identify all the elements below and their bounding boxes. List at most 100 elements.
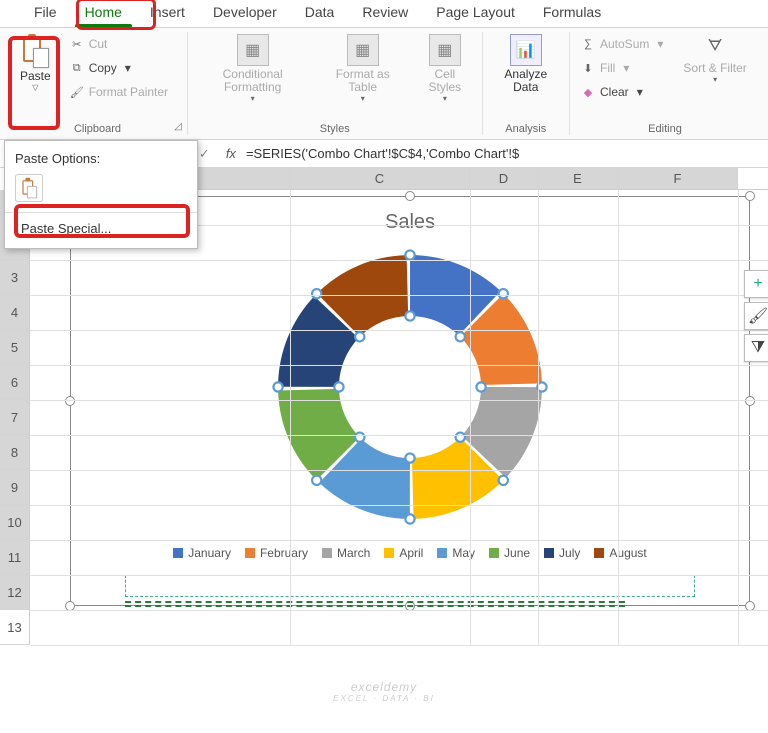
paste-button[interactable]: Paste ▽ — [14, 32, 57, 94]
col-header-C[interactable]: C — [290, 168, 470, 189]
ribbon-tabs: File Home Insert Developer Data Review P… — [0, 0, 768, 28]
row-header-9[interactable]: 9 — [0, 470, 30, 505]
clipboard-dialog-launcher[interactable]: ◿ — [171, 119, 185, 133]
analyze-data-button[interactable]: 📊 Analyze Data — [489, 32, 563, 96]
tab-developer[interactable]: Developer — [199, 0, 291, 27]
row-header-10[interactable]: 10 — [0, 505, 30, 540]
conditional-formatting-icon: ▦ — [237, 34, 269, 66]
legend-label: March — [337, 546, 370, 560]
row-header-4[interactable]: 4 — [0, 295, 30, 330]
legend-label: July — [559, 546, 580, 560]
group-label: Styles — [194, 121, 476, 135]
cells-area[interactable]: Sales JanuaryFebruaryMarchAprilMayJuneJu… — [30, 190, 768, 645]
resize-handle[interactable] — [745, 191, 755, 201]
row-header-8[interactable]: 8 — [0, 435, 30, 470]
eraser-icon: ◆ — [580, 84, 596, 100]
tab-formulas[interactable]: Formulas — [529, 0, 615, 27]
legend-item[interactable]: August — [594, 546, 646, 560]
row-header-3[interactable]: 3 — [0, 260, 30, 295]
legend-item[interactable]: June — [489, 546, 530, 560]
legend-swatch — [594, 548, 604, 558]
tab-home[interactable]: Home — [71, 0, 136, 27]
format-painter-button[interactable]: 🖌Format Painter — [65, 80, 172, 104]
legend-swatch — [173, 548, 183, 558]
legend-item[interactable]: July — [544, 546, 580, 560]
scissors-icon: ✂ — [69, 36, 85, 52]
legend-item[interactable]: January — [173, 546, 231, 560]
fx-icon[interactable]: fx — [220, 146, 242, 161]
clipboard-icon — [21, 178, 37, 198]
legend-item[interactable]: February — [245, 546, 308, 560]
row-header-12[interactable]: 12 — [0, 575, 30, 610]
legend-selection-box — [125, 575, 695, 597]
analyze-icon: 📊 — [510, 34, 542, 66]
tab-insert[interactable]: Insert — [136, 0, 199, 27]
sort-filter-icon: ᗊ — [702, 34, 728, 60]
legend-swatch — [437, 548, 447, 558]
clear-button[interactable]: ◆Clear▾ — [576, 80, 667, 104]
sort-filter-button[interactable]: ᗊ Sort & Filter▾ — [677, 32, 752, 86]
paste-label: Paste — [20, 70, 51, 83]
legend-label: June — [504, 546, 530, 560]
legend-swatch — [245, 548, 255, 558]
cell-styles-button[interactable]: ▦ Cell Styles▾ — [414, 32, 475, 105]
col-header-E[interactable]: E — [538, 168, 618, 189]
col-header-F[interactable]: F — [618, 168, 738, 189]
chart-filters-button[interactable]: ⧩ — [744, 334, 768, 362]
legend-item[interactable]: March — [322, 546, 370, 560]
row-header-11[interactable]: 11 — [0, 540, 30, 575]
group-analysis: 📊 Analyze Data Analysis — [483, 32, 570, 135]
tab-file[interactable]: File — [20, 0, 71, 27]
legend-label: January — [188, 546, 231, 560]
chart-float-buttons: + 🖌 ⧩ — [744, 270, 768, 362]
legend-swatch — [322, 548, 332, 558]
resize-handle[interactable] — [745, 396, 755, 406]
table-icon: ▦ — [347, 34, 379, 66]
group-editing: ∑AutoSum▾ ⬇Fill▾ ◆Clear▾ ᗊ Sort & Filter… — [570, 32, 760, 135]
fill-button[interactable]: ⬇Fill▾ — [576, 56, 667, 80]
group-clipboard: Paste ▽ ✂Cut ⧉Copy▾ 🖌Format Painter Clip… — [8, 32, 188, 135]
watermark: exceldemy EXCEL · DATA · BI — [333, 680, 435, 703]
paste-options-header: Paste Options: — [5, 147, 197, 172]
row-header-5[interactable]: 5 — [0, 330, 30, 365]
copy-button[interactable]: ⧉Copy▾ — [65, 56, 172, 80]
chart-legend[interactable]: January February March April May June July Augu… — [71, 542, 749, 564]
cell-styles-icon: ▦ — [429, 34, 461, 66]
chart-object[interactable]: Sales JanuaryFebruaryMarchAprilMayJuneJu… — [70, 196, 750, 606]
legend-label: May — [452, 546, 475, 560]
sigma-icon: ∑ — [580, 36, 596, 52]
chevron-down-icon: ▾ — [125, 61, 131, 75]
worksheet-grid: 12345678910111213 Sales JanuaryFebruaryM… — [0, 190, 768, 645]
legend-item[interactable]: April — [384, 546, 423, 560]
ribbon-body: Paste ▽ ✂Cut ⧉Copy▾ 🖌Format Painter Clip… — [0, 28, 768, 140]
autosum-button[interactable]: ∑AutoSum▾ — [576, 32, 667, 56]
row-headers: 12345678910111213 — [0, 190, 30, 645]
group-label: Analysis — [489, 121, 563, 135]
chart-styles-button[interactable]: 🖌 — [744, 302, 768, 330]
clipboard-icon — [21, 34, 49, 68]
resize-handle[interactable] — [65, 396, 75, 406]
paste-special-menu-item[interactable]: Paste Special... — [5, 215, 197, 242]
row-header-6[interactable]: 6 — [0, 365, 30, 400]
paintbrush-icon: 🖌 — [69, 84, 85, 100]
formula-input[interactable] — [242, 146, 768, 161]
doughnut-chart[interactable] — [265, 242, 555, 532]
row-header-13[interactable]: 13 — [0, 610, 30, 645]
format-as-table-button[interactable]: ▦ Format as Table▾ — [319, 32, 406, 105]
paste-keep-source-option[interactable] — [15, 174, 43, 202]
chevron-down-icon: ▽ — [32, 83, 38, 92]
tab-review[interactable]: Review — [348, 0, 422, 27]
tab-pagelayout[interactable]: Page Layout — [422, 0, 529, 27]
conditional-formatting-button[interactable]: ▦ Conditional Formatting▾ — [194, 32, 311, 105]
legend-label: August — [609, 546, 646, 560]
marquee-selection — [125, 601, 625, 607]
enter-formula-button[interactable]: ✓ — [199, 146, 210, 162]
resize-handle[interactable] — [405, 191, 415, 201]
row-header-7[interactable]: 7 — [0, 400, 30, 435]
copy-icon: ⧉ — [69, 60, 85, 76]
tab-data[interactable]: Data — [291, 0, 349, 27]
cut-button[interactable]: ✂Cut — [65, 32, 172, 56]
paste-dropdown-menu: Paste Options: Paste Special... — [4, 140, 198, 249]
chart-elements-button[interactable]: + — [744, 270, 768, 298]
col-header-D[interactable]: D — [470, 168, 538, 189]
